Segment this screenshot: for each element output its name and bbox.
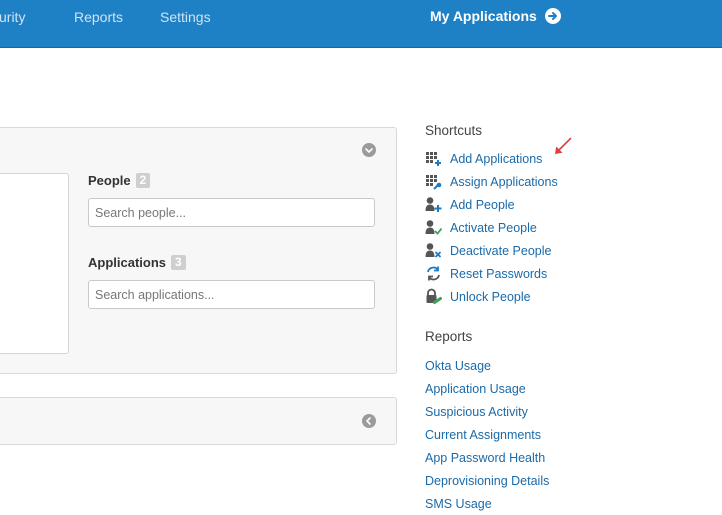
- applications-label: Applications: [88, 255, 167, 270]
- shortcut-label: Activate People: [450, 220, 537, 235]
- shortcuts-list: Add Applications Assign Applications Add…: [425, 147, 558, 308]
- panel-content-box: [0, 173, 69, 354]
- report-link-sms-usage[interactable]: SMS Usage: [425, 492, 549, 515]
- shortcut-add-applications[interactable]: Add Applications: [425, 147, 558, 170]
- shortcut-label: Deactivate People: [450, 243, 552, 258]
- refresh-icon: [425, 265, 442, 282]
- nav-security-link[interactable]: curity: [0, 9, 25, 25]
- report-link-current-assignments[interactable]: Current Assignments: [425, 423, 549, 446]
- top-nav-bar: curity Reports Settings My Applications: [0, 0, 722, 48]
- shortcut-add-people[interactable]: Add People: [425, 193, 558, 216]
- person-check-icon: [425, 219, 442, 236]
- grid-assign-icon: [425, 173, 442, 190]
- lock-icon: [425, 288, 442, 305]
- shortcut-label: Reset Passwords: [450, 266, 548, 281]
- report-link-okta-usage[interactable]: Okta Usage: [425, 354, 549, 377]
- person-add-icon: [425, 196, 442, 213]
- annotation-arrow-icon: [555, 137, 572, 154]
- applications-count-badge: 3: [171, 255, 186, 270]
- shortcut-unlock-people[interactable]: Unlock People: [425, 285, 558, 308]
- shortcut-label: Assign Applications: [450, 174, 558, 189]
- shortcut-reset-passwords[interactable]: Reset Passwords: [425, 262, 558, 285]
- people-label: People: [88, 173, 131, 188]
- reports-list: Okta Usage Application Usage Suspicious …: [425, 354, 549, 515]
- nav-reports-link[interactable]: Reports: [74, 9, 123, 25]
- shortcuts-heading: Shortcuts: [425, 123, 483, 138]
- people-count-badge: 2: [135, 173, 151, 188]
- applications-section-label: Applications 3: [88, 255, 186, 270]
- my-applications-link[interactable]: My Applications: [430, 8, 561, 24]
- report-link-application-usage[interactable]: Application Usage: [425, 377, 549, 400]
- chevron-down-icon[interactable]: [362, 143, 376, 157]
- person-x-icon: [425, 242, 442, 259]
- report-link-suspicious-activity[interactable]: Suspicious Activity: [425, 400, 549, 423]
- arrow-right-circle-icon: [544, 8, 561, 24]
- search-applications-input[interactable]: [88, 280, 375, 309]
- shortcut-assign-applications[interactable]: Assign Applications: [425, 170, 558, 193]
- shortcut-label: Unlock People: [450, 289, 531, 304]
- shortcut-deactivate-people[interactable]: Deactivate People: [425, 239, 558, 262]
- grid-add-icon: [425, 150, 442, 167]
- people-section-label: People 2: [88, 173, 151, 188]
- chevron-left-icon[interactable]: [362, 414, 376, 428]
- nav-settings-link[interactable]: Settings: [160, 9, 211, 25]
- shortcut-label: Add Applications: [450, 151, 543, 166]
- report-link-app-password-health[interactable]: App Password Health: [425, 446, 549, 469]
- reports-heading: Reports: [425, 329, 473, 344]
- shortcut-activate-people[interactable]: Activate People: [425, 216, 558, 239]
- collapsed-panel: [0, 397, 397, 445]
- report-link-deprovisioning-details[interactable]: Deprovisioning Details: [425, 469, 549, 492]
- shortcut-label: Add People: [450, 197, 515, 212]
- my-applications-label: My Applications: [430, 8, 537, 24]
- search-people-input[interactable]: [88, 198, 375, 227]
